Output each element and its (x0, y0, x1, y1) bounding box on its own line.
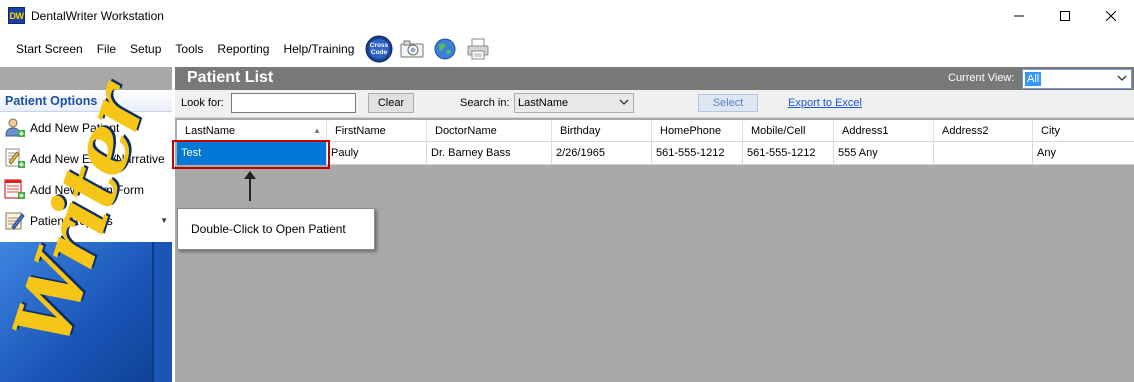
column-header-lastname[interactable]: LastName ▲ (177, 120, 327, 142)
cell-address2[interactable] (934, 142, 1033, 165)
cell-doctorname[interactable]: Dr. Barney Bass (427, 142, 552, 165)
svg-text:Code: Code (371, 49, 388, 56)
camera-button[interactable] (397, 34, 427, 64)
menu-tools[interactable]: Tools (168, 37, 210, 61)
column-header-label: LastName (185, 125, 236, 137)
printer-button[interactable] (463, 34, 493, 64)
search-bar: Look for: Clear Search in: LastName Sele… (175, 90, 1134, 118)
dentalwriter-logo-art: Writer (0, 78, 172, 382)
arrow-up-icon (244, 171, 256, 201)
select-button[interactable]: Select (698, 94, 758, 112)
globe-button[interactable] (430, 34, 460, 64)
camera-icon (400, 40, 424, 58)
app-icon: DW (8, 7, 25, 24)
cell-address1[interactable]: 555 Any (834, 142, 934, 165)
page-title: Patient List (187, 69, 274, 86)
export-to-excel-link[interactable]: Export to Excel (788, 97, 862, 109)
cell-birthday[interactable]: 2/26/1965 (552, 142, 652, 165)
cell-homephone[interactable]: 561-555-1212 (652, 142, 743, 165)
column-header-city[interactable]: City (1033, 120, 1132, 142)
menu-setup[interactable]: Setup (123, 37, 168, 61)
column-header-firstname[interactable]: FirstName (327, 120, 427, 142)
selected-row-highlight (172, 140, 330, 169)
report-icon (4, 210, 26, 232)
patient-list-header: Patient List Current View: All (175, 67, 1134, 90)
instruction-callout: Double-Click to Open Patient (177, 208, 375, 250)
cell-city[interactable]: Any (1033, 142, 1132, 165)
grid-header: LastName ▲ FirstName DoctorName Birthday… (177, 120, 1134, 142)
menu-start-screen[interactable]: Start Screen (9, 37, 90, 61)
maximize-icon (1060, 10, 1070, 21)
column-header-homephone[interactable]: HomePhone (652, 120, 743, 142)
column-header-birthday[interactable]: Birthday (552, 120, 652, 142)
logo-stripe (152, 242, 172, 382)
sort-ascending-icon: ▲ (313, 126, 321, 135)
minimize-button[interactable] (996, 0, 1042, 31)
menu-bar: Start Screen File Setup Tools Reporting … (0, 31, 1134, 67)
current-view-value: All (1025, 72, 1042, 86)
window-controls (996, 0, 1134, 31)
current-view-label: Current View: (948, 72, 1015, 84)
cross-code-button[interactable]: Cross Code (364, 34, 394, 64)
expand-caret-icon[interactable]: ▼ (160, 216, 168, 225)
close-icon (1106, 10, 1116, 21)
printer-icon (467, 38, 489, 60)
column-header-doctorname[interactable]: DoctorName (427, 120, 552, 142)
document-add-icon (4, 148, 26, 170)
search-in-select[interactable]: LastName (514, 93, 634, 113)
chevron-down-icon (619, 99, 629, 105)
cell-firstname[interactable]: Pauly (327, 142, 427, 165)
title-bar: DW DentalWriter Workstation (0, 0, 1134, 31)
close-button[interactable] (1088, 0, 1134, 31)
window-title: DentalWriter Workstation (31, 8, 164, 23)
menu-file[interactable]: File (90, 37, 123, 61)
search-in-value: LastName (518, 97, 569, 109)
chevron-down-icon (1117, 75, 1127, 81)
svg-text:Cross: Cross (370, 42, 389, 49)
minimize-icon (1014, 15, 1024, 16)
clear-button[interactable]: Clear (368, 93, 414, 113)
column-header-mobile-cell[interactable]: Mobile/Cell (743, 120, 834, 142)
search-in-label: Search in: (460, 97, 510, 109)
person-add-icon (4, 117, 26, 139)
globe-icon (434, 38, 456, 60)
cell-mobile-cell[interactable]: 561-555-1212 (743, 142, 834, 165)
column-header-address1[interactable]: Address1 (834, 120, 934, 142)
claim-form-icon (4, 179, 26, 201)
left-panel: Patient Options Add New Patient Add New … (0, 67, 172, 382)
menu-reporting[interactable]: Reporting (210, 37, 276, 61)
look-for-label: Look for: (181, 97, 224, 109)
column-header-address2[interactable]: Address2 (934, 120, 1033, 142)
maximize-button[interactable] (1042, 0, 1088, 31)
menu-help-training[interactable]: Help/Training (276, 37, 361, 61)
look-for-input[interactable] (231, 93, 356, 113)
cross-code-icon: Cross Code (365, 35, 393, 63)
current-view-select[interactable]: All (1022, 69, 1132, 89)
